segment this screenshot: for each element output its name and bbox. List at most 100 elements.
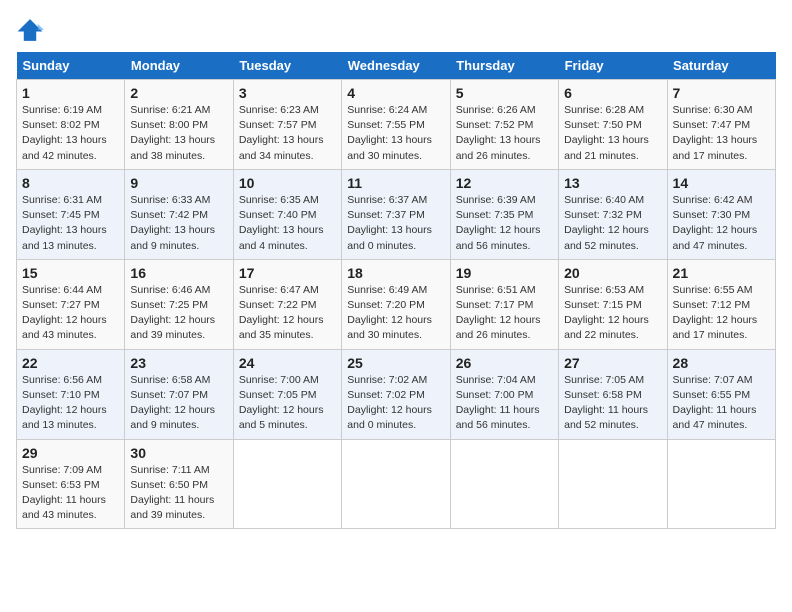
calendar-cell: 24 Sunrise: 7:00 AMSunset: 7:05 PMDaylig… (233, 349, 341, 439)
day-number: 12 (456, 175, 553, 191)
calendar-cell: 4 Sunrise: 6:24 AMSunset: 7:55 PMDayligh… (342, 80, 450, 170)
calendar-cell (342, 439, 450, 529)
day-info: Sunrise: 6:49 AMSunset: 7:20 PMDaylight:… (347, 283, 444, 344)
day-number: 28 (673, 355, 770, 371)
calendar-cell (450, 439, 558, 529)
calendar-week-row: 22 Sunrise: 6:56 AMSunset: 7:10 PMDaylig… (17, 349, 776, 439)
calendar-week-row: 29 Sunrise: 7:09 AMSunset: 6:53 PMDaylig… (17, 439, 776, 529)
day-number: 16 (130, 265, 227, 281)
weekday-header-tuesday: Tuesday (233, 52, 341, 80)
day-number: 21 (673, 265, 770, 281)
page-header (16, 16, 776, 44)
day-number: 23 (130, 355, 227, 371)
calendar-cell: 9 Sunrise: 6:33 AMSunset: 7:42 PMDayligh… (125, 169, 233, 259)
weekday-header-monday: Monday (125, 52, 233, 80)
day-info: Sunrise: 6:35 AMSunset: 7:40 PMDaylight:… (239, 193, 336, 254)
day-number: 30 (130, 445, 227, 461)
day-info: Sunrise: 7:07 AMSunset: 6:55 PMDaylight:… (673, 373, 770, 434)
calendar-cell: 17 Sunrise: 6:47 AMSunset: 7:22 PMDaylig… (233, 259, 341, 349)
day-number: 7 (673, 85, 770, 101)
day-info: Sunrise: 6:47 AMSunset: 7:22 PMDaylight:… (239, 283, 336, 344)
day-number: 3 (239, 85, 336, 101)
day-number: 24 (239, 355, 336, 371)
day-info: Sunrise: 6:30 AMSunset: 7:47 PMDaylight:… (673, 103, 770, 164)
calendar-cell: 14 Sunrise: 6:42 AMSunset: 7:30 PMDaylig… (667, 169, 775, 259)
day-info: Sunrise: 6:19 AMSunset: 8:02 PMDaylight:… (22, 103, 119, 164)
calendar-cell: 15 Sunrise: 6:44 AMSunset: 7:27 PMDaylig… (17, 259, 125, 349)
day-number: 1 (22, 85, 119, 101)
calendar-cell: 6 Sunrise: 6:28 AMSunset: 7:50 PMDayligh… (559, 80, 667, 170)
calendar-cell: 5 Sunrise: 6:26 AMSunset: 7:52 PMDayligh… (450, 80, 558, 170)
day-number: 8 (22, 175, 119, 191)
calendar-cell: 1 Sunrise: 6:19 AMSunset: 8:02 PMDayligh… (17, 80, 125, 170)
weekday-header-wednesday: Wednesday (342, 52, 450, 80)
day-info: Sunrise: 6:44 AMSunset: 7:27 PMDaylight:… (22, 283, 119, 344)
day-info: Sunrise: 6:21 AMSunset: 8:00 PMDaylight:… (130, 103, 227, 164)
calendar-cell (233, 439, 341, 529)
calendar-cell: 10 Sunrise: 6:35 AMSunset: 7:40 PMDaylig… (233, 169, 341, 259)
calendar-cell: 25 Sunrise: 7:02 AMSunset: 7:02 PMDaylig… (342, 349, 450, 439)
calendar-cell: 16 Sunrise: 6:46 AMSunset: 7:25 PMDaylig… (125, 259, 233, 349)
day-info: Sunrise: 6:42 AMSunset: 7:30 PMDaylight:… (673, 193, 770, 254)
day-number: 14 (673, 175, 770, 191)
day-info: Sunrise: 7:11 AMSunset: 6:50 PMDaylight:… (130, 463, 227, 524)
day-info: Sunrise: 6:58 AMSunset: 7:07 PMDaylight:… (130, 373, 227, 434)
logo (16, 16, 46, 44)
calendar-cell: 7 Sunrise: 6:30 AMSunset: 7:47 PMDayligh… (667, 80, 775, 170)
calendar-cell: 22 Sunrise: 6:56 AMSunset: 7:10 PMDaylig… (17, 349, 125, 439)
day-number: 22 (22, 355, 119, 371)
calendar-week-row: 8 Sunrise: 6:31 AMSunset: 7:45 PMDayligh… (17, 169, 776, 259)
day-info: Sunrise: 6:24 AMSunset: 7:55 PMDaylight:… (347, 103, 444, 164)
day-number: 4 (347, 85, 444, 101)
logo-icon (16, 16, 44, 44)
day-info: Sunrise: 6:51 AMSunset: 7:17 PMDaylight:… (456, 283, 553, 344)
day-number: 29 (22, 445, 119, 461)
calendar-cell (559, 439, 667, 529)
day-number: 25 (347, 355, 444, 371)
calendar-cell: 8 Sunrise: 6:31 AMSunset: 7:45 PMDayligh… (17, 169, 125, 259)
calendar-cell: 26 Sunrise: 7:04 AMSunset: 7:00 PMDaylig… (450, 349, 558, 439)
day-info: Sunrise: 6:53 AMSunset: 7:15 PMDaylight:… (564, 283, 661, 344)
calendar-week-row: 1 Sunrise: 6:19 AMSunset: 8:02 PMDayligh… (17, 80, 776, 170)
weekday-header-saturday: Saturday (667, 52, 775, 80)
calendar-cell: 21 Sunrise: 6:55 AMSunset: 7:12 PMDaylig… (667, 259, 775, 349)
calendar-cell: 30 Sunrise: 7:11 AMSunset: 6:50 PMDaylig… (125, 439, 233, 529)
day-number: 6 (564, 85, 661, 101)
day-number: 13 (564, 175, 661, 191)
day-number: 2 (130, 85, 227, 101)
day-number: 26 (456, 355, 553, 371)
calendar-body: 1 Sunrise: 6:19 AMSunset: 8:02 PMDayligh… (17, 80, 776, 529)
calendar-cell: 27 Sunrise: 7:05 AMSunset: 6:58 PMDaylig… (559, 349, 667, 439)
day-info: Sunrise: 6:28 AMSunset: 7:50 PMDaylight:… (564, 103, 661, 164)
day-number: 20 (564, 265, 661, 281)
calendar-cell: 18 Sunrise: 6:49 AMSunset: 7:20 PMDaylig… (342, 259, 450, 349)
day-number: 19 (456, 265, 553, 281)
day-info: Sunrise: 7:05 AMSunset: 6:58 PMDaylight:… (564, 373, 661, 434)
day-info: Sunrise: 6:31 AMSunset: 7:45 PMDaylight:… (22, 193, 119, 254)
day-number: 10 (239, 175, 336, 191)
day-info: Sunrise: 6:26 AMSunset: 7:52 PMDaylight:… (456, 103, 553, 164)
day-info: Sunrise: 6:55 AMSunset: 7:12 PMDaylight:… (673, 283, 770, 344)
calendar-cell: 12 Sunrise: 6:39 AMSunset: 7:35 PMDaylig… (450, 169, 558, 259)
calendar-cell: 3 Sunrise: 6:23 AMSunset: 7:57 PMDayligh… (233, 80, 341, 170)
day-info: Sunrise: 6:46 AMSunset: 7:25 PMDaylight:… (130, 283, 227, 344)
weekday-row: SundayMondayTuesdayWednesdayThursdayFrid… (17, 52, 776, 80)
calendar-cell: 2 Sunrise: 6:21 AMSunset: 8:00 PMDayligh… (125, 80, 233, 170)
calendar-cell: 19 Sunrise: 6:51 AMSunset: 7:17 PMDaylig… (450, 259, 558, 349)
calendar-table: SundayMondayTuesdayWednesdayThursdayFrid… (16, 52, 776, 529)
day-number: 15 (22, 265, 119, 281)
day-info: Sunrise: 6:33 AMSunset: 7:42 PMDaylight:… (130, 193, 227, 254)
calendar-cell: 29 Sunrise: 7:09 AMSunset: 6:53 PMDaylig… (17, 439, 125, 529)
calendar-cell: 13 Sunrise: 6:40 AMSunset: 7:32 PMDaylig… (559, 169, 667, 259)
day-info: Sunrise: 7:02 AMSunset: 7:02 PMDaylight:… (347, 373, 444, 434)
day-number: 5 (456, 85, 553, 101)
calendar-week-row: 15 Sunrise: 6:44 AMSunset: 7:27 PMDaylig… (17, 259, 776, 349)
day-info: Sunrise: 6:39 AMSunset: 7:35 PMDaylight:… (456, 193, 553, 254)
calendar-cell: 23 Sunrise: 6:58 AMSunset: 7:07 PMDaylig… (125, 349, 233, 439)
calendar-cell: 20 Sunrise: 6:53 AMSunset: 7:15 PMDaylig… (559, 259, 667, 349)
day-number: 17 (239, 265, 336, 281)
day-number: 11 (347, 175, 444, 191)
day-info: Sunrise: 7:00 AMSunset: 7:05 PMDaylight:… (239, 373, 336, 434)
calendar-header: SundayMondayTuesdayWednesdayThursdayFrid… (17, 52, 776, 80)
calendar-cell: 11 Sunrise: 6:37 AMSunset: 7:37 PMDaylig… (342, 169, 450, 259)
